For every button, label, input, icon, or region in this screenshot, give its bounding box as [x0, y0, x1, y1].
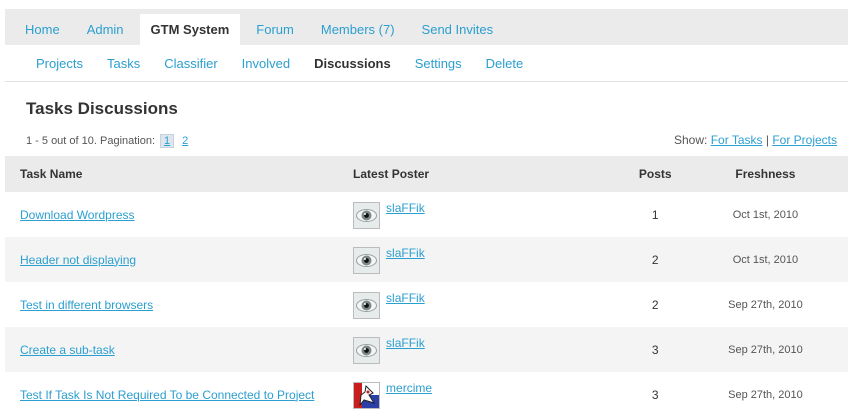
freshness-date: Oct 1st, 2010	[732, 208, 799, 221]
subtab-delete[interactable]: Delete	[474, 56, 536, 71]
tab-forum[interactable]: Forum	[245, 14, 305, 45]
col-freshness: Freshness	[696, 156, 848, 192]
poster-link[interactable]: slaFFik	[386, 292, 425, 304]
subtab-involved[interactable]: Involved	[230, 56, 302, 71]
tab-admin[interactable]: Admin	[76, 14, 135, 45]
tab-members[interactable]: Members (7)	[310, 14, 406, 45]
show-filter: Show: For Tasks | For Projects	[674, 133, 837, 147]
show-separator: |	[765, 133, 769, 147]
page-link-2[interactable]: 2	[179, 135, 191, 147]
freshness-date: Sep 27th, 2010	[728, 298, 803, 311]
subtab-settings[interactable]: Settings	[403, 56, 474, 71]
table-row: Download Wordpress slaFFik 1 Oct 1st, 20…	[5, 192, 848, 237]
show-label: Show:	[674, 133, 708, 147]
eye-avatar-icon[interactable]	[353, 247, 381, 274]
task-link[interactable]: Create a sub-task	[20, 343, 115, 357]
for-tasks-link[interactable]: For Tasks	[711, 133, 763, 147]
discussions-table: Task Name Latest Poster Posts Freshness …	[5, 156, 848, 417]
posts-count: 3	[651, 387, 659, 402]
table-row: Test in different browsers slaFFik 2 Sep…	[5, 282, 848, 327]
secondary-nav: Projects Tasks Classifier Involved Discu…	[5, 45, 848, 82]
pagination-summary: 1 - 5 out of 10. Pagination:	[26, 135, 156, 147]
task-link[interactable]: Test If Task Is Not Required To be Conne…	[20, 388, 314, 402]
task-link[interactable]: Download Wordpress	[20, 208, 135, 222]
page-link-1[interactable]: 1	[160, 134, 175, 148]
freshness-date: Sep 27th, 2010	[728, 388, 803, 401]
subtab-projects[interactable]: Projects	[5, 56, 95, 71]
tab-send-invites[interactable]: Send Invites	[411, 14, 505, 45]
table-row: Test If Task Is Not Required To be Conne…	[5, 372, 848, 417]
col-latest-poster: Latest Poster	[353, 156, 614, 192]
posts-count: 1	[651, 207, 659, 222]
poster-link[interactable]: slaFFik	[386, 337, 425, 349]
top-strip	[0, 0, 848, 9]
red-blue-avatar-icon[interactable]	[353, 382, 381, 409]
poster-link[interactable]: slaFFik	[386, 202, 425, 214]
subtab-discussions[interactable]: Discussions	[302, 56, 403, 71]
eye-avatar-icon[interactable]	[353, 337, 381, 364]
tab-home[interactable]: Home	[5, 14, 71, 45]
for-projects-link[interactable]: For Projects	[772, 133, 837, 147]
freshness-date: Oct 1st, 2010	[696, 237, 848, 282]
eye-avatar-icon[interactable]	[353, 202, 381, 229]
table-header-row: Task Name Latest Poster Posts Freshness	[5, 156, 848, 192]
subtab-tasks[interactable]: Tasks	[95, 56, 152, 71]
col-task-name: Task Name	[5, 156, 354, 192]
poster-link[interactable]: slaFFik	[386, 247, 425, 259]
posts-count: 2	[613, 237, 697, 282]
tab-gtm-system[interactable]: GTM System	[139, 14, 241, 45]
posts-count: 3	[613, 327, 697, 372]
col-posts: Posts	[613, 156, 697, 192]
eye-avatar-icon[interactable]	[353, 292, 381, 319]
table-row: Create a sub-task slaFFik 3 Sep 27th, 20…	[5, 327, 848, 372]
page-title: Tasks Discussions	[26, 99, 178, 118]
subtab-classifier[interactable]: Classifier	[152, 56, 229, 71]
freshness-date: Sep 27th, 2010	[696, 327, 848, 372]
poster-link[interactable]: mercime	[386, 382, 432, 394]
task-link[interactable]: Header not displaying	[20, 253, 136, 267]
primary-nav: Home Admin GTM System Forum Members (7) …	[5, 9, 848, 45]
pagination: 1 - 5 out of 10. Pagination: 1 2	[26, 134, 191, 148]
posts-count: 2	[651, 297, 659, 312]
table-row: Header not displaying slaFFik 2 Oct 1st,…	[5, 237, 848, 282]
task-link[interactable]: Test in different browsers	[20, 298, 153, 312]
